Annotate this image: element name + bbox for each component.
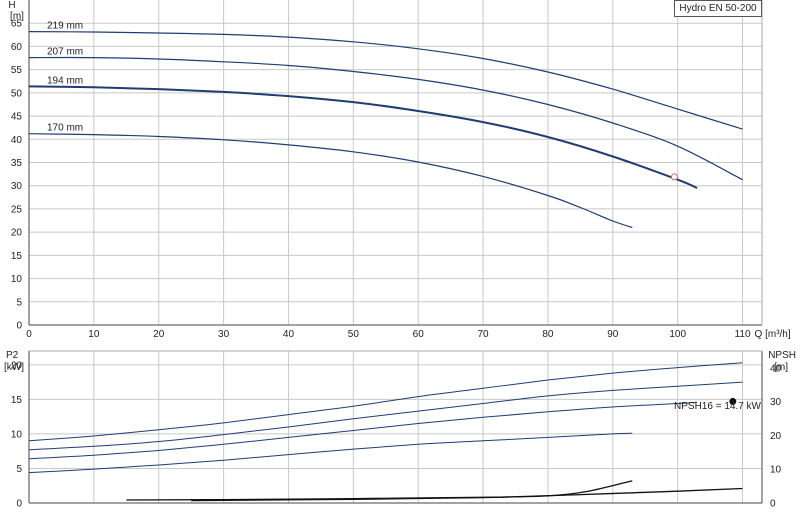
- power-y-axis-label: P2: [6, 350, 19, 361]
- head-y-axis-label: H: [8, 0, 15, 11]
- head-x-tick-label: 90: [607, 329, 619, 340]
- head-x-tick-label: 40: [283, 329, 295, 340]
- npsh-y-tick-label: 20: [770, 431, 782, 442]
- head-x-tick-label: 100: [669, 329, 686, 340]
- duty-point-marker: [670, 173, 678, 181]
- npsh-y-axis-unit: [m]: [774, 362, 788, 373]
- head-x-tick-label: 110: [735, 329, 751, 340]
- head-x-axis-label: Q [m³/h]: [755, 329, 791, 340]
- power-y-axis-unit: [kW]: [4, 362, 24, 373]
- head-y-tick-label: 20: [11, 228, 23, 239]
- npsh-y-axis-label: NPSH: [768, 350, 796, 361]
- head-x-tick-label: 10: [88, 329, 100, 340]
- head-y-tick-label: 25: [11, 204, 23, 215]
- head-y-tick-label: 35: [11, 158, 23, 169]
- head-x-tick-label: 50: [348, 329, 360, 340]
- head-y-tick-label: 15: [11, 251, 23, 262]
- head-x-tick-label: 60: [413, 329, 425, 340]
- head-x-tick-label: 0: [26, 329, 32, 340]
- head-y-tick-label: 40: [11, 135, 23, 146]
- head-y-tick-label: 10: [11, 274, 23, 285]
- npsh-y-tick-label: 0: [770, 499, 776, 510]
- power-y-tick-label: 15: [11, 395, 23, 406]
- legend-label: Hydro EN 50-200: [679, 3, 757, 14]
- head-x-tick-label: 70: [478, 329, 490, 340]
- npsh-annotation: NPSH16 = 14.7 kW: [674, 401, 762, 412]
- npsh-y-tick-label: 10: [770, 465, 782, 476]
- power-y-tick-label: 5: [16, 464, 22, 475]
- curve-label-194-mm: 194 mm: [47, 75, 83, 86]
- power-y-tick-label: 0: [16, 499, 22, 510]
- curve-label-170-mm: 170 mm: [47, 123, 83, 134]
- curve-label-219-mm: 219 mm: [47, 21, 83, 32]
- head-y-axis-unit: [m]: [10, 11, 24, 22]
- power-plot-area: [29, 351, 762, 503]
- head-y-tick-label: 5: [16, 297, 22, 308]
- npsh-y-tick-label: 30: [770, 397, 782, 408]
- power-y-tick-label: 10: [11, 429, 23, 440]
- head-y-tick-label: 55: [11, 65, 23, 76]
- pump-curve-chart: 0 10 20 30 40 50 60 70 80 90 100 110051015202530354…: [4, 0, 796, 510]
- head-y-tick-label: 60: [11, 42, 23, 53]
- head-x-tick-label: 20: [153, 329, 165, 340]
- head-y-tick-label: 30: [11, 181, 23, 192]
- legend-box: Hydro EN 50-200: [674, 0, 762, 17]
- head-y-tick-label: 45: [11, 112, 23, 123]
- head-y-tick-label: 50: [11, 88, 23, 99]
- head-x-tick-label: 30: [218, 329, 230, 340]
- head-chart-grid: [29, 0, 762, 325]
- curve-label-207-mm: 207 mm: [47, 47, 83, 58]
- head-x-tick-label: 80: [542, 329, 554, 340]
- power-chart-grid: [29, 351, 762, 503]
- head-y-tick-label: 0: [16, 321, 22, 332]
